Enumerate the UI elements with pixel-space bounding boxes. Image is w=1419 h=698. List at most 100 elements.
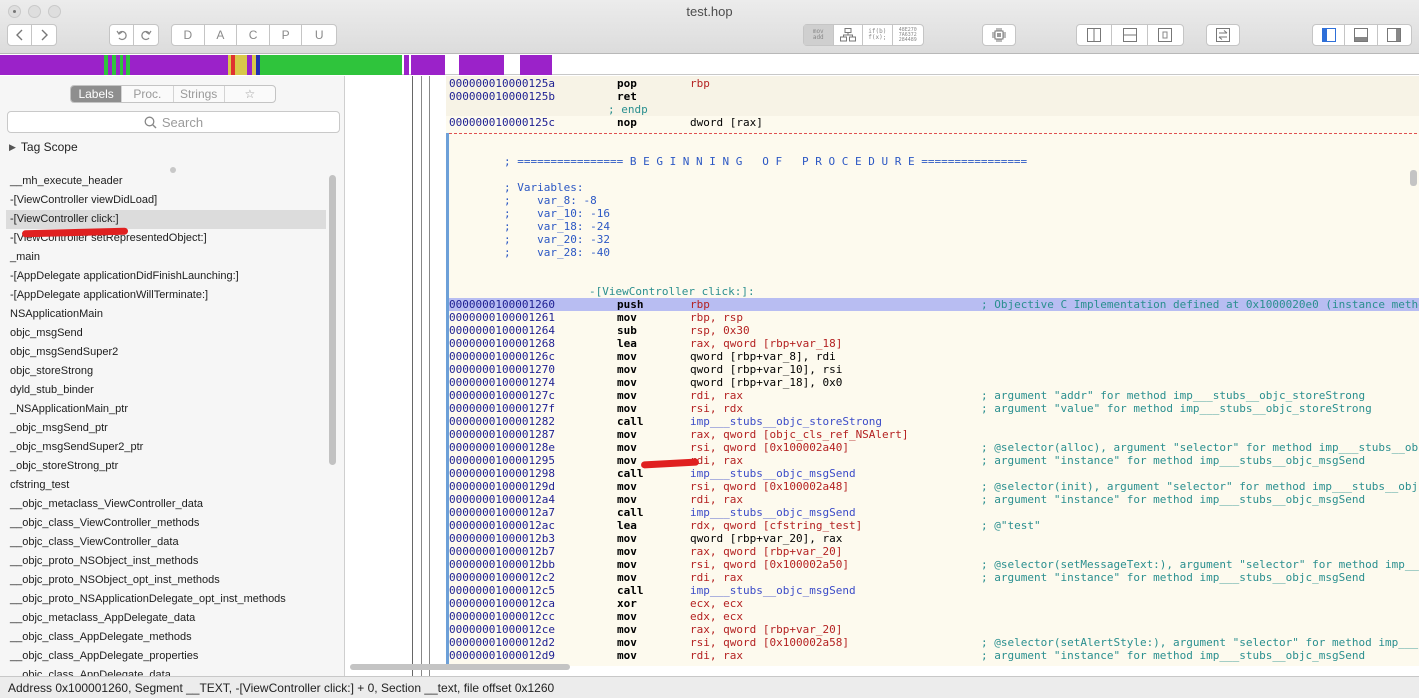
code-line[interactable]: 0000000100001298 call imp___stubs__objc_ms… bbox=[449, 467, 1419, 480]
search-input[interactable]: Search bbox=[7, 111, 340, 133]
code-line[interactable]: ; var_18: -24 bbox=[449, 220, 1419, 233]
type-procedure-button[interactable]: P bbox=[270, 25, 303, 45]
list-item[interactable]: __objc_class_AppDelegate_data bbox=[6, 666, 326, 676]
code-line[interactable]: ; var_8: -8 bbox=[449, 194, 1419, 207]
code-line[interactable]: ; var_20: -32 bbox=[449, 233, 1419, 246]
code-line[interactable]: 00000001000012ca xor ecx, ecx bbox=[449, 597, 1419, 610]
code-line[interactable]: 0000000100001282 call imp___stubs__objc_st… bbox=[449, 415, 1419, 428]
code-line[interactable]: ; var_10: -16 bbox=[449, 207, 1419, 220]
navigation-bar[interactable] bbox=[0, 55, 1419, 75]
toggle-left-panel-button[interactable] bbox=[1313, 25, 1346, 45]
comment: ; argument "instance" for method imp___s… bbox=[981, 493, 1366, 506]
code-line[interactable]: 00000001000012c2 mov rdi, rax ; argument "i… bbox=[449, 571, 1419, 584]
list-item[interactable]: _NSApplicationMain_ptr bbox=[6, 400, 326, 419]
code-line[interactable]: 000000010000127c mov rdi, rax ; argument "a… bbox=[449, 389, 1419, 402]
code-line[interactable]: ; endp bbox=[449, 103, 1419, 116]
list-item[interactable]: __objc_metaclass_ViewController_data bbox=[6, 495, 326, 514]
list-item[interactable]: __objc_proto_NSObject_opt_inst_methods bbox=[6, 571, 326, 590]
list-item[interactable]: -[ViewController click:] bbox=[6, 210, 326, 229]
code-line[interactable]: 0000000100001260 push rbp ; Objective C Imp… bbox=[449, 298, 1419, 311]
tab-procedures[interactable]: Proc. bbox=[122, 86, 174, 102]
list-item[interactable]: NSApplicationMain bbox=[6, 305, 326, 324]
horizontal-scrollbar[interactable] bbox=[350, 664, 570, 670]
list-item[interactable]: cfstring_test bbox=[6, 476, 326, 495]
code-line[interactable]: 000000010000126c mov qword [rbp+var_8], rd… bbox=[449, 350, 1419, 363]
code-line[interactable]: 00000001000012ac lea rdx, qword [cfstring_… bbox=[449, 519, 1419, 532]
list-item[interactable]: __objc_class_ViewController_data bbox=[6, 533, 326, 552]
code-line[interactable]: ; ================ B E G I N N I N G O F… bbox=[449, 155, 1419, 168]
code-line[interactable]: 000000010000125a pop rbp bbox=[449, 77, 1419, 90]
redo-button[interactable] bbox=[134, 25, 158, 45]
list-item[interactable]: objc_msgSend bbox=[6, 324, 326, 343]
list-item[interactable]: _main bbox=[6, 248, 326, 267]
code-line[interactable]: 000000010000128e mov rsi, qword [0x100002a… bbox=[449, 441, 1419, 454]
code-line[interactable]: 000000010000127f mov rsi, rdx ; argument "v… bbox=[449, 402, 1419, 415]
code-line[interactable]: 00000001000012c5 call imp___stubs__objc_ms… bbox=[449, 584, 1419, 597]
code-line[interactable]: 000000010000125b ret bbox=[449, 90, 1419, 103]
type-data-button[interactable]: D bbox=[172, 25, 205, 45]
list-item[interactable]: _objc_msgSendSuper2_ptr bbox=[6, 438, 326, 457]
list-item[interactable]: objc_storeStrong bbox=[6, 362, 326, 381]
list-item[interactable]: objc_msgSendSuper2 bbox=[6, 343, 326, 362]
tab-strings[interactable]: Strings bbox=[174, 86, 225, 102]
code-line[interactable]: 0000000100001261 mov rbp, rsp bbox=[449, 311, 1419, 324]
code-line[interactable]: 0000000100001270 mov qword [rbp+var_10], r… bbox=[449, 363, 1419, 376]
split-vertical-button[interactable] bbox=[1077, 25, 1113, 45]
list-item[interactable]: -[AppDelegate applicationWillTerminate:] bbox=[6, 286, 326, 305]
list-item[interactable]: __objc_proto_NSObject_inst_methods bbox=[6, 552, 326, 571]
code-line[interactable]: 00000001000012ce mov rax, qword [rbp+var_2… bbox=[449, 623, 1419, 636]
list-item[interactable]: __objc_class_AppDelegate_methods bbox=[6, 628, 326, 647]
code-line[interactable]: 00000001000012d2 mov rsi, qword [0x100002a… bbox=[449, 636, 1419, 649]
list-item[interactable]: __objc_metaclass_AppDelegate_data bbox=[6, 609, 326, 628]
tab-labels[interactable]: Labels bbox=[71, 86, 123, 102]
code-line[interactable]: 0000000100001274 mov qword [rbp+var_18], 0… bbox=[449, 376, 1419, 389]
code-line[interactable]: 00000001000012b7 mov rax, qword [rbp+var_2… bbox=[449, 545, 1419, 558]
code-line[interactable]: 0000000100001264 sub rsp, 0x30 bbox=[449, 324, 1419, 337]
list-item[interactable]: -[AppDelegate applicationDidFinishLaunch… bbox=[6, 267, 326, 286]
undo-button[interactable] bbox=[110, 25, 135, 45]
code-line[interactable]: 0000000100001268 lea rax, qword [rbp+var_1… bbox=[449, 337, 1419, 350]
list-item[interactable]: __objc_class_ViewController_methods bbox=[6, 514, 326, 533]
list-item[interactable]: dyld_stub_binder bbox=[6, 381, 326, 400]
code-line[interactable]: ; Variables: bbox=[449, 181, 1419, 194]
list-item[interactable]: __objc_proto_NSApplicationDelegate_opt_i… bbox=[6, 590, 326, 609]
code-line[interactable]: 00000001000012a4 mov rdi, rax ; argument "i… bbox=[449, 493, 1419, 506]
single-pane-button[interactable] bbox=[1148, 25, 1183, 45]
code-line[interactable]: 00000001000012a7 call imp___stubs__objc_ms… bbox=[449, 506, 1419, 519]
sidebar-scrollbar[interactable] bbox=[329, 175, 336, 465]
list-item[interactable]: _objc_msgSend_ptr bbox=[6, 419, 326, 438]
code-line[interactable]: ; var_28: -40 bbox=[449, 246, 1419, 259]
assembly-mode-button[interactable]: mov add bbox=[804, 25, 834, 45]
type-ascii-button[interactable]: A bbox=[205, 25, 238, 45]
pseudocode-mode-button[interactable]: if(b) f(x); bbox=[863, 25, 893, 45]
split-horizontal-button[interactable] bbox=[1112, 25, 1148, 45]
code-line[interactable]: -[ViewController click:]: bbox=[449, 285, 1419, 298]
code-line[interactable]: 0000000100001295 mov rdi, rax; argument "i… bbox=[449, 454, 1419, 467]
code-line[interactable]: 00000001000012d9 mov rdi, rax ; argument "i… bbox=[449, 649, 1419, 662]
hex-mode-button[interactable]: 48E270 7A6372 284489 bbox=[893, 25, 923, 45]
code-line[interactable]: 00000001000012bb mov rsi, qword [0x100002a… bbox=[449, 558, 1419, 571]
code-line[interactable]: 000000010000125c nop dword [rax] bbox=[449, 116, 1419, 129]
tag-scope-disclosure[interactable]: ▶ Tag Scope bbox=[9, 140, 78, 154]
code-line[interactable]: 00000001000012b3 mov qword [rbp+var_20], r… bbox=[449, 532, 1419, 545]
toggle-right-panel-button[interactable] bbox=[1378, 25, 1411, 45]
assembly-listing[interactable]: 000000010000125a pop rbp 000000010000125b re… bbox=[446, 76, 1419, 666]
forward-button[interactable] bbox=[32, 25, 56, 45]
code-line[interactable]: 0000000100001287 mov rax, qword [objc_cls_… bbox=[449, 428, 1419, 441]
type-code-button[interactable]: C bbox=[237, 25, 270, 45]
list-item[interactable]: __mh_execute_header bbox=[6, 172, 326, 191]
code-line[interactable]: 000000010000129d mov rsi, qword [0x100002a… bbox=[449, 480, 1419, 493]
swap-panes-button[interactable] bbox=[1206, 24, 1240, 46]
vertical-scrollbar[interactable] bbox=[1410, 170, 1417, 186]
code-line[interactable]: 00000001000012cc mov edx, ecx bbox=[449, 610, 1419, 623]
toggle-bottom-panel-button[interactable] bbox=[1345, 25, 1378, 45]
debugger-button[interactable] bbox=[982, 24, 1016, 46]
back-button[interactable] bbox=[8, 25, 33, 45]
cfg-mode-button[interactable] bbox=[834, 25, 864, 45]
list-item[interactable]: -[ViewController viewDidLoad] bbox=[6, 191, 326, 210]
tab-bookmarks[interactable]: ☆ bbox=[225, 86, 275, 102]
chevron-left-icon bbox=[15, 29, 22, 41]
type-undefined-button[interactable]: U bbox=[302, 25, 336, 45]
list-item[interactable]: _objc_storeStrong_ptr bbox=[6, 457, 326, 476]
list-item[interactable]: __objc_class_AppDelegate_properties bbox=[6, 647, 326, 666]
